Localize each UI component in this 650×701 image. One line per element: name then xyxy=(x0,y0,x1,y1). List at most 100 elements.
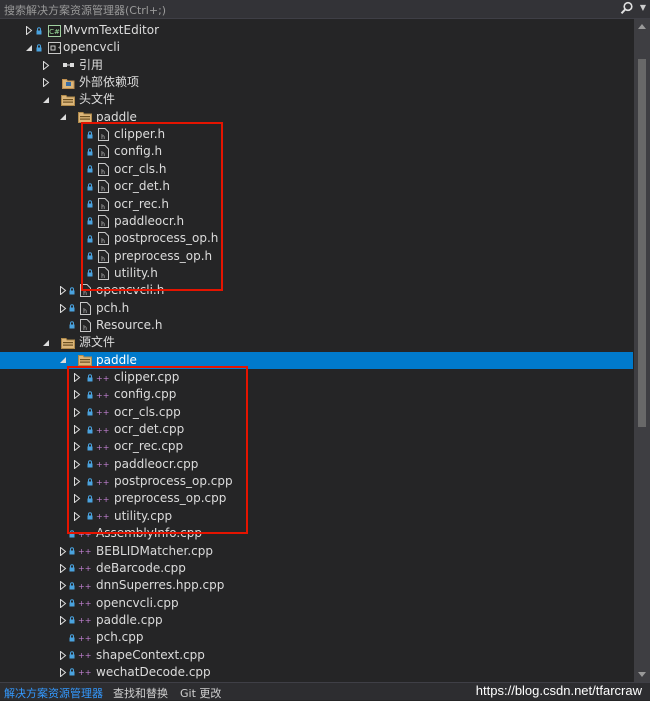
source-control-lock-icon xyxy=(86,126,93,143)
tree-item-label: config.h xyxy=(114,144,163,159)
tree-row-folder[interactable]: 源文件 xyxy=(0,334,633,351)
expand-arrow-icon[interactable] xyxy=(58,282,68,299)
expand-arrow-icon[interactable] xyxy=(72,404,82,421)
tree-row-resource-h[interactable]: h Resource.h xyxy=(0,317,633,334)
tree-row-opencvcli[interactable]: + opencvcli xyxy=(0,39,633,56)
cpp-file-icon: ++ xyxy=(78,595,92,612)
tree-row-assemblyinfo-cpp[interactable]: ++ AssemblyInfo.cpp xyxy=(0,525,633,542)
expand-arrow-icon[interactable] xyxy=(58,664,68,681)
tab-find-replace[interactable]: 查找和替换 xyxy=(113,685,168,701)
collapse-arrow-icon[interactable] xyxy=(58,109,68,126)
scroll-up-arrow-icon[interactable] xyxy=(638,24,646,29)
svg-text:++: ++ xyxy=(96,426,109,435)
tree-row-config-cpp[interactable]: ++ config.cpp xyxy=(0,386,633,403)
collapse-arrow-icon[interactable] xyxy=(58,352,68,369)
collapse-arrow-icon[interactable] xyxy=(41,334,51,351)
tree-row-postprocess-op-cpp[interactable]: ++ postprocess_op.cpp xyxy=(0,473,633,490)
tree-row-debarcode-cpp[interactable]: ++ deBarcode.cpp xyxy=(0,560,633,577)
expand-arrow-icon[interactable] xyxy=(58,595,68,612)
tree-row-ocr-cls-h[interactable]: h ocr_cls.h xyxy=(0,161,633,178)
tab-git-changes[interactable]: Git 更改 xyxy=(180,685,221,701)
search-icon[interactable] xyxy=(620,1,634,15)
cpp-file-icon: ++ xyxy=(78,577,92,594)
vertical-scrollbar[interactable] xyxy=(634,19,650,682)
tree-row-ocr-rec-cpp[interactable]: ++ ocr_rec.cpp xyxy=(0,438,633,455)
cpp-file-icon: ++ xyxy=(96,473,110,490)
tree-row-folder[interactable]: 引用 xyxy=(0,57,633,74)
tree-row-config-h[interactable]: h config.h xyxy=(0,143,633,160)
tree-row-utility-h[interactable]: h utility.h xyxy=(0,265,633,282)
tree-row-mvvmtexteditor[interactable]: C# MvvmTextEditor xyxy=(0,22,633,39)
svg-text:++: ++ xyxy=(78,530,91,539)
tree-item-label: ocr_cls.h xyxy=(114,161,167,176)
svg-text:h: h xyxy=(101,169,105,176)
tree-row-opencvcli-h[interactable]: h opencvcli.h xyxy=(0,282,633,299)
expand-arrow-icon[interactable] xyxy=(72,508,82,525)
tree-row-shapecontext-cpp[interactable]: ++ shapeContext.cpp xyxy=(0,647,633,664)
source-control-lock-icon xyxy=(86,404,93,421)
external-deps-icon xyxy=(61,74,75,91)
source-control-lock-icon xyxy=(68,525,75,542)
tree-item-label: preprocess_op.cpp xyxy=(114,491,227,506)
tree-row-wechatdecode-cpp[interactable]: ++ wechatDecode.cpp xyxy=(0,664,633,681)
expand-arrow-icon[interactable] xyxy=(72,369,82,386)
tree-row-paddle-cpp[interactable]: ++ paddle.cpp xyxy=(0,612,633,629)
header-file-icon: h xyxy=(96,126,110,143)
tree-row-postprocess-op-h[interactable]: h postprocess_op.h xyxy=(0,230,633,247)
tree-row-pch-cpp[interactable]: ++ pch.cpp xyxy=(0,629,633,646)
tree-row-folder[interactable]: 头文件 xyxy=(0,91,633,108)
tree-item-label: 引用 xyxy=(79,57,104,72)
tree-row-pch-h[interactable]: h pch.h xyxy=(0,300,633,317)
scrollbar-thumb[interactable] xyxy=(638,59,646,427)
expand-arrow-icon[interactable] xyxy=(58,612,68,629)
tree-row-clipper-h[interactable]: h clipper.h xyxy=(0,126,633,143)
collapse-arrow-icon[interactable] xyxy=(41,91,51,108)
expand-arrow-icon[interactable] xyxy=(72,421,82,438)
search-options-dropdown-icon[interactable]: ▼ xyxy=(640,3,646,12)
expand-arrow-icon[interactable] xyxy=(72,438,82,455)
source-control-lock-icon xyxy=(68,577,75,594)
tree-row-folder[interactable]: 外部依赖项 xyxy=(0,74,633,91)
tree-row-ocr-cls-cpp[interactable]: ++ ocr_cls.cpp xyxy=(0,404,633,421)
cpp-file-icon: ++ xyxy=(96,421,110,438)
cpp-file-icon: ++ xyxy=(96,456,110,473)
svg-text:+: + xyxy=(57,45,61,51)
tree-row-ocr-rec-h[interactable]: h ocr_rec.h xyxy=(0,196,633,213)
tree-item-label: clipper.cpp xyxy=(114,370,180,384)
expand-arrow-icon[interactable] xyxy=(41,74,51,91)
tree-row-preprocess-op-h[interactable]: h preprocess_op.h xyxy=(0,248,633,265)
expand-arrow-icon[interactable] xyxy=(58,543,68,560)
source-control-lock-icon xyxy=(68,317,75,334)
tree-row-ocr-det-cpp[interactable]: ++ ocr_det.cpp xyxy=(0,421,633,438)
expand-arrow-icon[interactable] xyxy=(72,490,82,507)
tab-solution-explorer[interactable]: 解决方案资源管理器 xyxy=(4,685,103,701)
tree-row-preprocess-op-cpp[interactable]: ++ preprocess_op.cpp xyxy=(0,490,633,507)
expand-arrow-icon[interactable] xyxy=(58,560,68,577)
tree-row-clipper-cpp[interactable]: ++ clipper.cpp xyxy=(0,369,633,386)
expand-arrow-icon[interactable] xyxy=(58,577,68,594)
tree-row-paddleocr-cpp[interactable]: ++ paddleocr.cpp xyxy=(0,456,633,473)
tree-row-ocr-det-h[interactable]: h ocr_det.h xyxy=(0,178,633,195)
tree-row-utility-cpp[interactable]: ++ utility.cpp xyxy=(0,508,633,525)
search-box[interactable]: 搜索解决方案资源管理器(Ctrl+;) ▼ xyxy=(0,0,650,19)
tree-item-label: ocr_rec.h xyxy=(114,196,169,211)
expand-arrow-icon[interactable] xyxy=(58,300,68,317)
tree-row-paddleocr-h[interactable]: h paddleocr.h xyxy=(0,213,633,230)
expand-arrow-icon[interactable] xyxy=(58,647,68,664)
scroll-down-arrow-icon[interactable] xyxy=(638,672,646,677)
expand-arrow-icon[interactable] xyxy=(41,57,51,74)
expand-arrow-icon[interactable] xyxy=(72,386,82,403)
source-control-lock-icon xyxy=(68,560,75,577)
search-placeholder[interactable]: 搜索解决方案资源管理器(Ctrl+;) xyxy=(4,2,166,18)
tree-row-dnnsuperres-hpp-cpp[interactable]: ++ dnnSuperres.hpp.cpp xyxy=(0,577,633,594)
expand-arrow-icon[interactable] xyxy=(24,22,34,39)
tree-row-opencvcli-cpp[interactable]: ++ opencvcli.cpp xyxy=(0,595,633,612)
source-control-lock-icon xyxy=(86,473,93,490)
tree-row-paddle[interactable]: paddle xyxy=(0,351,633,369)
tree-row-beblidmatcher-cpp[interactable]: ++ BEBLIDMatcher.cpp xyxy=(0,543,633,560)
tree-row-paddle[interactable]: paddle xyxy=(0,109,633,126)
expand-arrow-icon[interactable] xyxy=(72,456,82,473)
cpp-file-icon: ++ xyxy=(78,629,92,646)
expand-arrow-icon[interactable] xyxy=(72,473,82,490)
collapse-arrow-icon[interactable] xyxy=(24,39,34,56)
